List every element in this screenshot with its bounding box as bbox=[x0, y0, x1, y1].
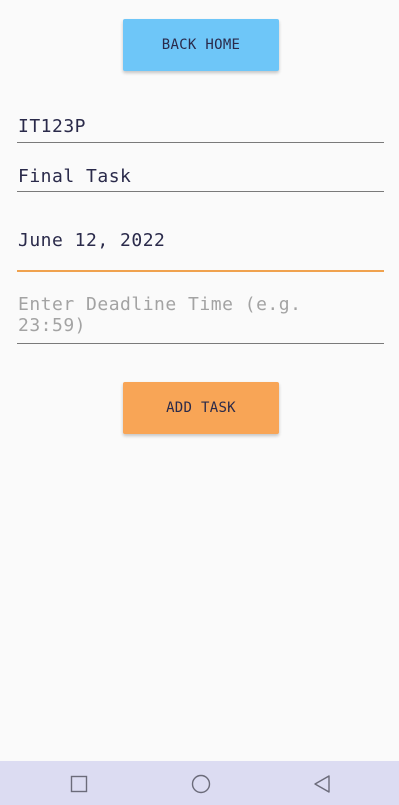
home-circle-icon[interactable] bbox=[190, 773, 212, 795]
course-code-value: IT123P bbox=[18, 116, 87, 137]
deadline-time-field[interactable]: Enter Deadline Time (e.g. 23:59) bbox=[17, 290, 384, 344]
back-home-label: BACK HOME bbox=[161, 37, 241, 53]
back-home-button[interactable]: BACK HOME bbox=[123, 19, 279, 71]
course-code-field[interactable]: IT123P bbox=[17, 110, 384, 143]
deadline-date-underline bbox=[17, 270, 384, 272]
task-title-underline bbox=[17, 191, 384, 192]
deadline-date-value: June 12, 2022 bbox=[18, 230, 166, 251]
back-triangle-icon[interactable] bbox=[311, 773, 333, 795]
task-title-value: Final Task bbox=[18, 166, 132, 187]
system-navigation-bar bbox=[0, 761, 399, 805]
deadline-time-underline bbox=[17, 343, 384, 344]
course-code-underline bbox=[17, 142, 384, 143]
deadline-time-placeholder: Enter Deadline Time (e.g. 23:59) bbox=[18, 294, 302, 336]
task-title-field[interactable]: Final Task bbox=[17, 160, 384, 192]
recents-square-icon[interactable] bbox=[68, 773, 90, 795]
add-task-button[interactable]: ADD TASK bbox=[123, 382, 279, 434]
deadline-date-field[interactable]: June 12, 2022 bbox=[17, 222, 384, 272]
add-task-label: ADD TASK bbox=[166, 400, 236, 416]
